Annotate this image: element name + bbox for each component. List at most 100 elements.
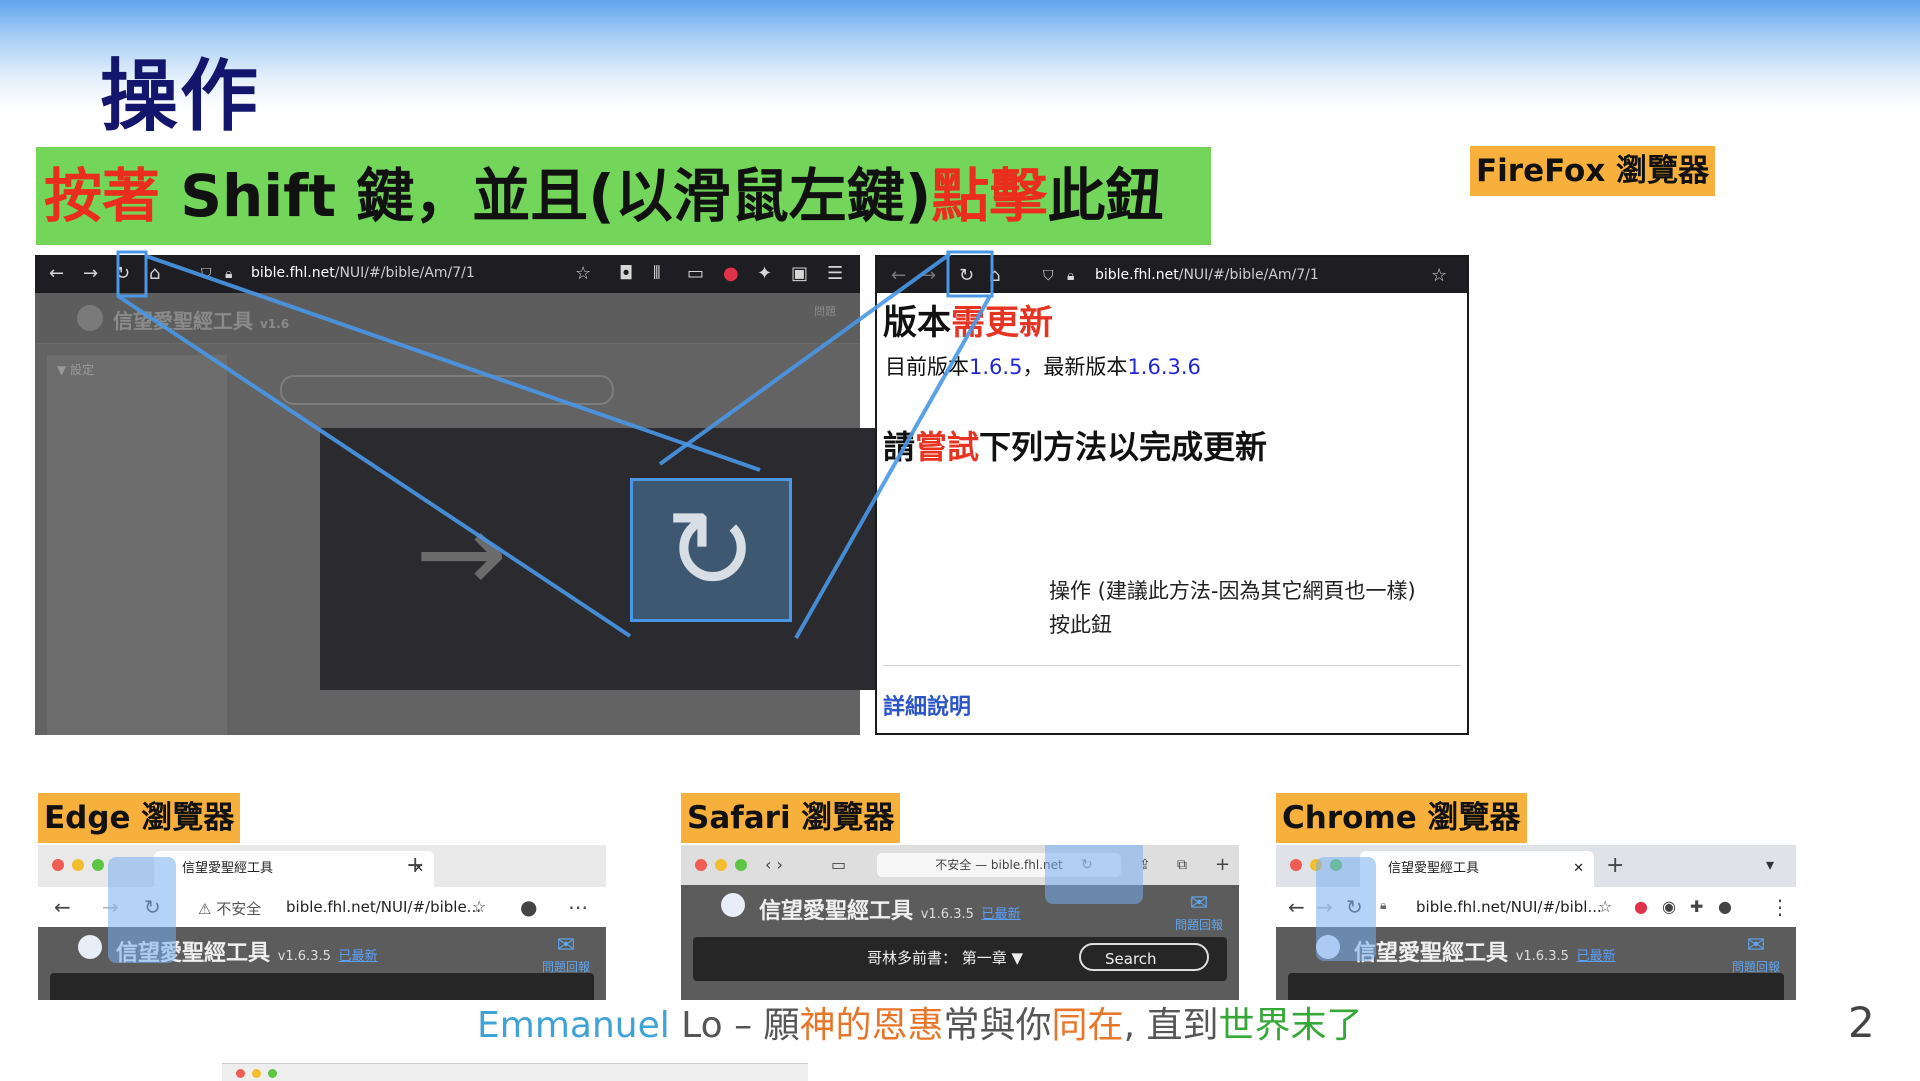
extension-icon[interactable]: ● xyxy=(1634,895,1648,919)
latest-version: 1.6.3.6 xyxy=(1127,355,1201,379)
tabs-icon[interactable]: ⧉ xyxy=(1177,853,1187,877)
forward-arrow-icon: → xyxy=(415,489,508,617)
mail-icon: ✉ xyxy=(1746,933,1766,958)
latest-version-label: ，最新版本 xyxy=(1022,355,1128,379)
title-band xyxy=(0,0,1920,110)
app-title: 信望愛聖經工具 v1.6.3.5 已最新 xyxy=(759,893,1021,925)
tab-close-icon[interactable]: ✕ xyxy=(1573,851,1584,887)
minimize-dot-icon[interactable] xyxy=(72,859,84,871)
reload-icon[interactable]: ↻ xyxy=(115,261,130,287)
book-selector[interactable]: 哥林多前書： 第一章 ▼ xyxy=(867,947,1023,968)
method-rest: 下列方法以完成更新 xyxy=(979,428,1268,466)
help-button[interactable]: ✉ 問題回報 xyxy=(1732,933,1780,975)
edge-label: Edge 瀏覽器 xyxy=(38,793,241,843)
app-version: v1.6.3.5 xyxy=(1515,949,1569,964)
shield-icon: ⛉ xyxy=(201,266,212,282)
new-tab-icon[interactable]: + xyxy=(1215,853,1230,877)
screenshot-icon[interactable]: ▣ xyxy=(791,261,808,287)
home-icon[interactable]: ⌂ xyxy=(149,261,160,287)
bookmark-star-icon[interactable]: ☆ xyxy=(1598,895,1612,919)
menu-icon[interactable]: ☰ xyxy=(827,261,843,287)
help-button[interactable]: ✉ 問題回報 xyxy=(542,933,590,975)
current-version: 1.6.5 xyxy=(969,355,1023,379)
shield-icon: ⛉ xyxy=(1043,268,1054,284)
safari-app: 信望愛聖經工具 v1.6.3.5 已最新 ✉ 問題回報 哥林多前書： 第一章 ▼ … xyxy=(681,885,1239,1000)
update-link[interactable]: 已最新 xyxy=(339,949,378,964)
bookmark-star-icon[interactable]: ☆ xyxy=(1431,263,1447,289)
slide-title: 操作 xyxy=(100,52,261,142)
forward-icon[interactable]: → xyxy=(83,261,98,287)
new-tab-icon[interactable]: + xyxy=(1606,853,1624,878)
update-link[interactable]: 已最新 xyxy=(982,907,1021,922)
addon-icon[interactable]: ✦ xyxy=(757,261,772,287)
maximize-dot-icon[interactable] xyxy=(92,859,104,871)
back-icon[interactable]: ← xyxy=(54,895,71,919)
reload-highlight xyxy=(108,857,176,963)
settings-label[interactable]: ▼ 設定 xyxy=(57,361,94,378)
heading-version: 版本 xyxy=(883,303,951,343)
app-header: 信望愛聖經工具 v1.6 問題 xyxy=(35,293,860,344)
instruction-shift: Shift 鍵，並且(以滑鼠左鍵) xyxy=(160,162,932,230)
footer-text: Emmanuel Lo – 願神的恩惠常與你同在, 直到世界末了 xyxy=(477,996,1362,1048)
instruction-button: 此鈕 xyxy=(1047,162,1164,230)
app-logo-icon xyxy=(78,935,102,959)
chrome-url[interactable]: bible.fhl.net/NUI/#/bibl... xyxy=(1416,898,1602,916)
update-heading: 版本需更新 xyxy=(883,295,1053,344)
help-button[interactable]: ✉ 問題回報 xyxy=(1175,891,1223,933)
profile-icon[interactable]: ● xyxy=(520,895,537,919)
address-bar[interactable]: bible.fhl.net/NUI/#/bible/Am/7/1 xyxy=(251,265,475,281)
chrome-label: Chrome 瀏覽器 xyxy=(1276,793,1527,843)
search-input[interactable]: Search xyxy=(1079,943,1209,971)
extension-icon[interactable]: ● xyxy=(723,261,739,287)
cropped-screenshot-edge xyxy=(222,1063,808,1081)
back-icon[interactable]: ‹ › xyxy=(765,853,783,877)
sidebar-icon[interactable]: ▭ xyxy=(687,261,704,287)
chrome-tab[interactable]: 信望愛聖經工具 ✕ xyxy=(1360,851,1594,887)
bookmark-star-icon[interactable]: ☆ xyxy=(575,261,591,287)
version-line: 目前版本1.6.5，最新版本1.6.3.6 xyxy=(885,351,1201,381)
help-text: 問題回報 xyxy=(1174,918,1223,932)
puzzle-icon[interactable]: ✚ xyxy=(1690,895,1703,919)
minimize-dot-icon[interactable] xyxy=(715,859,727,871)
footer-grace: 神的恩惠 xyxy=(799,1005,944,1046)
tab-search-icon[interactable]: ▾ xyxy=(1766,855,1774,874)
close-dot-icon[interactable] xyxy=(52,859,64,871)
url-domain: bible.fhl.net xyxy=(251,265,335,281)
search-pill[interactable] xyxy=(280,375,614,405)
back-icon[interactable]: ← xyxy=(1288,895,1305,919)
app-toolbar: 哥林多前書： 第一章 ▼ Search xyxy=(693,937,1227,981)
reload-button-highlight[interactable]: ↻ xyxy=(630,478,792,622)
insecure-label: ⚠ 不安全 xyxy=(198,900,262,918)
edge-url[interactable]: bible.fhl.net/NUI/#/bible... xyxy=(286,898,481,916)
current-version-label: 目前版本 xyxy=(885,355,969,379)
close-dot-icon[interactable] xyxy=(1290,859,1302,871)
extension-icon-2[interactable]: ◉ xyxy=(1662,895,1676,919)
help-label[interactable]: 問題 xyxy=(814,303,836,319)
app-title-text: 信望愛聖經工具 xyxy=(759,899,914,924)
close-dot-icon[interactable] xyxy=(695,859,707,871)
home-icon[interactable]: ⌂ xyxy=(989,263,1000,289)
firefox-screenshot-right: ← → ↻ ⌂ ⛉ 🔒︎ bible.fhl.net/NUI/#/bible/A… xyxy=(875,255,1469,735)
more-icon[interactable]: ⋮ xyxy=(1770,895,1790,919)
heading-needs-update: 需更新 xyxy=(951,303,1053,343)
reload-icon[interactable]: ↻ xyxy=(959,263,974,289)
forward-icon[interactable]: → xyxy=(921,263,936,289)
favorite-icon[interactable]: ☆ xyxy=(472,895,486,919)
update-link[interactable]: 已最新 xyxy=(1577,949,1616,964)
more-icon[interactable]: ⋯ xyxy=(568,895,588,919)
maximize-dot-icon[interactable] xyxy=(735,859,747,871)
app-title: 信望愛聖經工具 v1.6 xyxy=(113,305,289,334)
app-logo-icon xyxy=(721,893,745,917)
back-icon[interactable]: ← xyxy=(49,261,64,287)
library-icon[interactable]: ⫴ xyxy=(653,261,661,287)
settings-panel: ▼ 設定 xyxy=(47,355,227,735)
pocket-icon[interactable]: ◘ xyxy=(619,261,633,287)
sidebar-icon[interactable]: ▭ xyxy=(831,853,846,877)
address-bar[interactable]: bible.fhl.net/NUI/#/bible/Am/7/1 xyxy=(1095,267,1319,283)
profile-icon[interactable]: ● xyxy=(1718,895,1732,919)
details-link[interactable]: 詳細說明 xyxy=(883,689,971,721)
new-tab-icon[interactable]: + xyxy=(406,853,424,878)
edge-tab[interactable]: 信望愛聖經工具 ✕ xyxy=(154,851,434,887)
method-heading: 請嘗試下列方法以完成更新 xyxy=(883,422,1267,468)
back-icon[interactable]: ← xyxy=(891,263,906,289)
